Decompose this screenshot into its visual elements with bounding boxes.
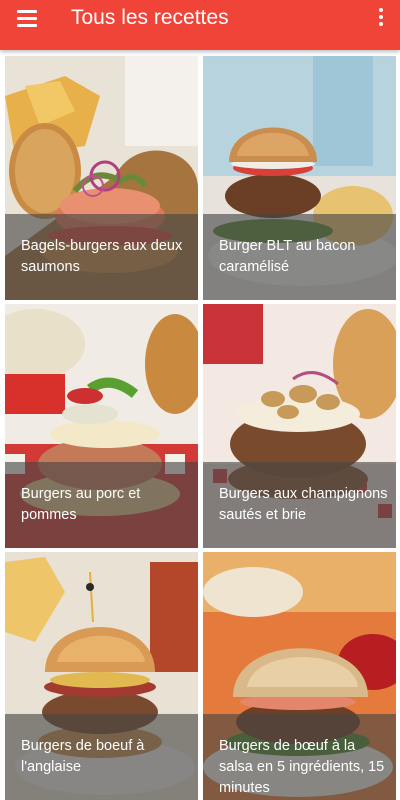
recipe-caption: Burgers de bœuf à la salsa en 5 ingrédie… [203, 714, 396, 800]
recipe-caption: Burgers aux champignons sautés et brie [203, 462, 396, 548]
recipe-card[interactable]: Burgers aux champignons sautés et brie [203, 304, 396, 548]
recipe-caption: Burgers au porc et pommes [5, 462, 198, 548]
page-title: Tous les recettes [71, 6, 229, 29]
recipe-card[interactable]: Burgers de boeuf à l'anglaise [5, 552, 198, 800]
recipe-title: Burgers de boeuf à l'anglaise [21, 738, 145, 775]
more-vert-icon[interactable] [374, 6, 388, 30]
recipe-card[interactable]: Bagels-burgers aux deux saumons [5, 56, 198, 300]
recipe-title: Burger BLT au bacon caramélisé [219, 238, 356, 275]
recipe-grid: Bagels-burgers aux deux saumons Burger B… [0, 50, 400, 800]
recipe-title: Burgers de bœuf à la salsa en 5 ingrédie… [219, 738, 385, 796]
recipe-title: Burgers au porc et pommes [21, 486, 141, 523]
recipe-caption: Bagels-burgers aux deux saumons [5, 214, 198, 300]
recipe-caption: Burger BLT au bacon caramélisé [203, 214, 396, 300]
app-bar: Tous les recettes [0, 0, 400, 50]
recipe-card[interactable]: Burgers de bœuf à la salsa en 5 ingrédie… [203, 552, 396, 800]
recipe-caption: Burgers de boeuf à l'anglaise [5, 714, 198, 800]
recipe-title: Bagels-burgers aux deux saumons [21, 238, 183, 275]
hamburger-menu-icon[interactable] [14, 7, 40, 29]
recipe-title: Burgers aux champignons sautés et brie [219, 486, 388, 523]
recipe-card[interactable]: Burgers au porc et pommes [5, 304, 198, 548]
recipe-card[interactable]: Burger BLT au bacon caramélisé [203, 56, 396, 300]
